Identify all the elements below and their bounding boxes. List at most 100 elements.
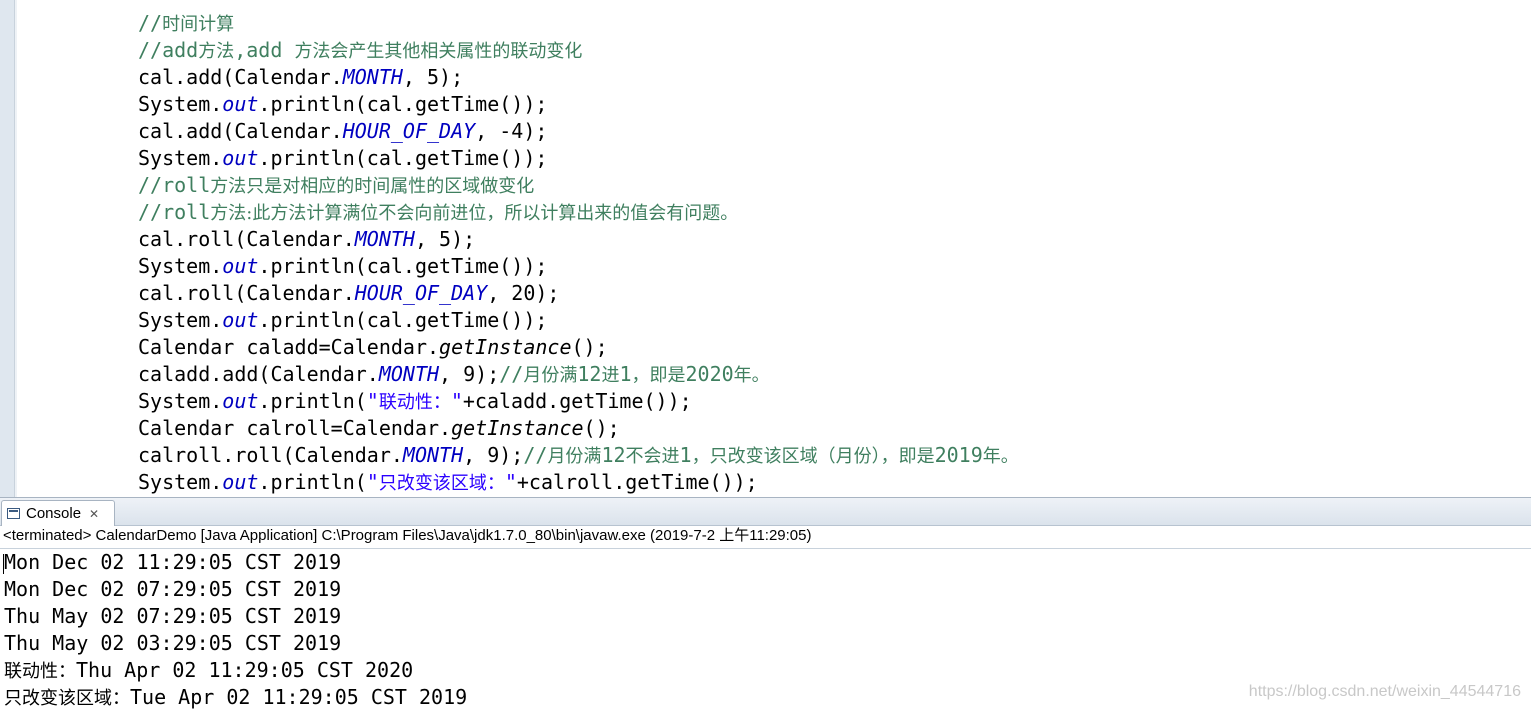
- code-line[interactable]: cal.roll(Calendar.MONTH, 5);: [138, 226, 1531, 253]
- code-line[interactable]: cal.add(Calendar.MONTH, 5);: [138, 64, 1531, 91]
- code-line[interactable]: cal.roll(Calendar.HOUR_OF_DAY, 20);: [138, 280, 1531, 307]
- console-output-line: Thu May 02 07:29:05 CST 2019: [4, 603, 467, 630]
- console-output-text: Mon Dec 02 11:29:05 CST 2019: [4, 550, 342, 574]
- code-token: 不会进: [625, 446, 680, 467]
- code-token: //: [499, 362, 524, 386]
- code-token: Calendar calroll=Calendar.: [138, 416, 452, 440]
- code-token: 1: [619, 362, 632, 386]
- code-token: HOUR_OF_DAY: [342, 119, 476, 143]
- console-output-line: Mon Dec 02 11:29:05 CST 2019: [4, 549, 467, 576]
- code-token: cal.add(Calendar.: [138, 65, 343, 89]
- code-editor[interactable]: //时间计算//add方法,add 方法会产生其他相关属性的联动变化 cal.ad…: [0, 0, 1531, 497]
- code-token: ，即是: [631, 365, 686, 386]
- close-icon[interactable]: ✕: [89, 507, 99, 521]
- code-token: //: [138, 11, 163, 35]
- code-line[interactable]: calroll.roll(Calendar.MONTH, 9);//月份满12不…: [138, 442, 1531, 469]
- code-token: , 5);: [414, 227, 476, 251]
- code-token: cal.add(Calendar.: [138, 119, 343, 143]
- code-token: out: [222, 308, 259, 332]
- console-output-line: Mon Dec 02 07:29:05 CST 2019: [4, 576, 467, 603]
- code-token: .println(cal.getTime());: [258, 308, 548, 332]
- code-line[interactable]: System.out.println(cal.getTime());: [34, 145, 1531, 172]
- code-line[interactable]: Calendar caladd=Calendar.getInstance();: [138, 334, 1531, 361]
- code-token: System.: [138, 470, 223, 494]
- code-token: , 9);: [463, 443, 524, 467]
- code-token: 12: [577, 362, 602, 386]
- code-token: 方法:此方法计算满位不会向前进位，所以计算出来的值会有问题。: [210, 203, 739, 224]
- code-token: 只改变该区域：: [378, 473, 505, 494]
- code-token: ,add: [234, 38, 295, 62]
- code-token: , 5);: [402, 65, 464, 89]
- code-token: System.: [138, 254, 223, 278]
- code-token: caladd.add(Calendar.: [138, 362, 379, 386]
- code-token: //roll: [138, 200, 211, 224]
- code-line[interactable]: Calendar calroll=Calendar.getInstance();: [138, 415, 1531, 442]
- code-line[interactable]: System.out.println(cal.getTime());: [138, 91, 1531, 118]
- code-line[interactable]: cal.add(Calendar.HOUR_OF_DAY, -4);: [138, 118, 1531, 145]
- console-tab-label: Console: [26, 505, 82, 522]
- code-token: out: [222, 254, 259, 278]
- code-line[interactable]: System.out.println(cal.getTime());: [138, 253, 1531, 280]
- code-line[interactable]: //roll方法只是对相应的时间属性的区域做变化: [138, 172, 1531, 199]
- code-line[interactable]: //add方法,add 方法会产生其他相关属性的联动变化: [138, 37, 1531, 64]
- code-token: ();: [571, 335, 608, 359]
- console-output-prefix: 联动性：: [4, 661, 76, 682]
- code-token: 12: [601, 443, 626, 467]
- code-line[interactable]: System.out.println("联动性："+caladd.getTime…: [138, 388, 1531, 415]
- console-output[interactable]: Mon Dec 02 11:29:05 CST 2019 Mon Dec 02 0…: [4, 549, 467, 711]
- code-token: calroll.roll(Calendar.: [138, 443, 403, 467]
- watermark-text: https://blog.csdn.net/weixin_44544716: [1248, 683, 1521, 700]
- code-token: getInstance: [439, 335, 572, 359]
- console-output-text: Thu Apr 02 11:29:05 CST 2020: [76, 658, 414, 682]
- code-line[interactable]: //roll方法:此方法计算满位不会向前进位，所以计算出来的值会有问题。: [138, 199, 1531, 226]
- code-token: out: [222, 389, 259, 413]
- code-token: .println(cal.getTime());: [258, 146, 548, 170]
- console-tab[interactable]: Console ✕: [1, 500, 115, 526]
- code-line[interactable]: System.out.println("只改变该区域："+calroll.get…: [138, 469, 1531, 496]
- console-icon: [7, 508, 20, 519]
- code-token: System.: [138, 92, 223, 116]
- code-token: +calroll.getTime());: [516, 470, 758, 494]
- code-token: 月份满: [523, 365, 578, 386]
- code-token: , -4);: [475, 119, 548, 143]
- code-token: , 9);: [439, 362, 500, 386]
- code-token: 联动性：: [378, 392, 451, 413]
- console-output-text: Mon Dec 02 07:29:05 CST 2019: [4, 577, 342, 601]
- code-token: System.: [138, 308, 223, 332]
- code-token: ": [366, 470, 379, 494]
- console-view: Console ✕ <terminated> CalendarDemo [Jav…: [0, 497, 1531, 709]
- code-token: MONTH: [354, 227, 415, 251]
- code-token: out: [222, 146, 259, 170]
- code-token: 年。: [982, 446, 1019, 467]
- code-lines[interactable]: //时间计算//add方法,add 方法会产生其他相关属性的联动变化 cal.ad…: [34, 10, 1531, 496]
- code-line[interactable]: //时间计算: [138, 10, 1531, 37]
- code-token: cal.roll(Calendar.: [138, 227, 355, 251]
- code-token: 时间计算: [162, 14, 235, 35]
- code-token: ();: [583, 416, 620, 440]
- console-output-text: Thu May 02 07:29:05 CST 2019: [4, 604, 342, 628]
- code-token: .println(cal.getTime());: [258, 92, 548, 116]
- code-line[interactable]: caladd.add(Calendar.MONTH, 9);//月份满12进1，…: [138, 361, 1531, 388]
- editor-gutter-edge: [15, 0, 17, 497]
- code-token: ": [450, 389, 463, 413]
- editor-gutter: [0, 0, 15, 497]
- code-token: 2019: [934, 443, 983, 467]
- code-token: 方法只是对相应的时间属性的区域做变化: [210, 176, 535, 197]
- code-token: MONTH: [402, 443, 464, 467]
- code-token: cal.roll(Calendar.: [138, 281, 355, 305]
- code-token: +caladd.getTime());: [462, 389, 692, 413]
- code-token: 1: [679, 443, 692, 467]
- console-output-prefix: 只改变该区域：: [4, 688, 130, 709]
- code-token: getInstance: [451, 416, 584, 440]
- code-token: 年。: [733, 365, 770, 386]
- code-token: //: [523, 443, 548, 467]
- code-token: 月份满: [547, 446, 602, 467]
- code-token: Calendar caladd=Calendar.: [138, 335, 440, 359]
- code-token: ": [366, 389, 379, 413]
- code-token: //roll: [138, 173, 211, 197]
- console-output-line: Thu May 02 03:29:05 CST 2019: [4, 630, 467, 657]
- code-token: out: [222, 92, 259, 116]
- code-line[interactable]: System.out.println(cal.getTime());: [138, 307, 1531, 334]
- code-token: .println(: [258, 470, 367, 494]
- code-token: 进: [601, 365, 620, 386]
